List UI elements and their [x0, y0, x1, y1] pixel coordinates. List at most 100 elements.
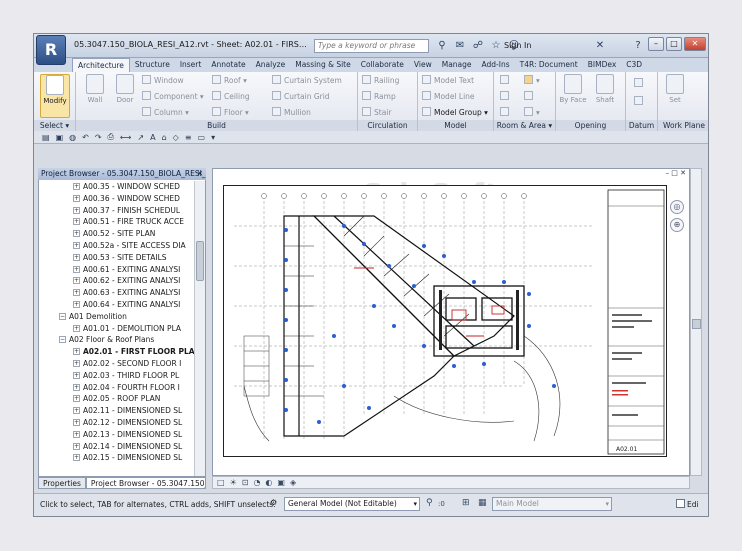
tree-item[interactable]: − A02 Floor & Roof Plans — [39, 334, 195, 346]
door-button[interactable]: Door — [110, 74, 140, 118]
tree-item[interactable]: + A00.61 - EXITING ANALYSI — [39, 264, 195, 276]
print-icon[interactable]: ⎙ — [108, 132, 114, 142]
tree-item[interactable]: + A02.13 - DIMENSIONED SL — [39, 429, 195, 441]
tree-item[interactable]: + A00.63 - EXITING ANALYSI — [39, 287, 195, 299]
tab-project-browser[interactable]: Project Browser - 05.3047.150_BI... — [85, 477, 206, 489]
expand-icon[interactable]: + — [73, 265, 80, 273]
tree-item[interactable]: + A02.01 - FIRST FLOOR PLA — [39, 346, 195, 358]
switch-windows-icon[interactable]: ▾ — [211, 133, 215, 142]
expand-icon[interactable]: + — [73, 359, 80, 367]
railing-button[interactable]: Railing — [362, 75, 399, 87]
tree-item[interactable]: + A00.64 - EXITING ANALYSI — [39, 299, 195, 311]
analytical-icon[interactable]: ◈ — [290, 478, 296, 487]
tab-structure[interactable]: Structure — [130, 58, 175, 72]
sync-icon[interactable]: ◍ — [69, 133, 76, 142]
tab-insert[interactable]: Insert — [175, 58, 207, 72]
measure-icon[interactable]: ⟷ — [120, 133, 131, 142]
scrollbar-thumb[interactable] — [196, 241, 204, 281]
options-icon[interactable]: ▦ — [478, 498, 487, 508]
tree-item[interactable]: + A02.02 - SECOND FLOOR I — [39, 358, 195, 370]
tab-t4r-document[interactable]: T4R: Document — [515, 58, 583, 72]
expand-icon[interactable]: + — [73, 206, 80, 214]
crop-icon[interactable]: ⊡ — [242, 478, 249, 487]
curtain-system-button[interactable]: Curtain System — [272, 75, 342, 87]
sun-path-icon[interactable]: ☀ — [230, 478, 237, 487]
workset-icon[interactable]: ⚙ — [270, 498, 277, 507]
curtain-grid-button[interactable]: Curtain Grid — [272, 91, 330, 103]
expand-icon[interactable]: + — [73, 277, 80, 285]
editable-only-checkbox[interactable]: Edi — [676, 499, 699, 509]
maximize-button[interactable]: □ — [666, 37, 682, 51]
tree-item[interactable]: + A00.37 - FINISH SCHEDUL — [39, 205, 195, 217]
model-text-button[interactable]: Model Text — [422, 75, 474, 87]
tab-c3d[interactable]: C3D — [621, 58, 647, 72]
open-icon[interactable]: ▤ — [42, 133, 50, 142]
model-line-button[interactable]: Model Line — [422, 91, 475, 103]
view-vertical-scrollbar[interactable] — [690, 168, 702, 476]
roof-button[interactable]: Roof ▾ — [212, 75, 247, 87]
tab-bimdex[interactable]: BIMDex — [583, 58, 622, 72]
help-icon[interactable]: ? — [632, 40, 644, 52]
area-boundary-button[interactable] — [524, 91, 536, 103]
tree-item[interactable]: + A02.05 - ROOF PLAN — [39, 393, 195, 405]
expand-icon[interactable]: + — [73, 371, 80, 379]
room-button[interactable] — [500, 75, 512, 87]
expand-icon[interactable]: + — [73, 183, 80, 190]
project-browser-scrollbar[interactable] — [194, 181, 205, 476]
scale-icon[interactable]: □ — [217, 478, 225, 487]
search-input[interactable]: Type a keyword or phrase — [314, 39, 429, 53]
component-button[interactable]: Component ▾ — [142, 91, 204, 103]
reveal-hidden-icon[interactable]: ◔ — [253, 478, 260, 487]
room-area-panel-label[interactable]: Room & Area ▾ — [494, 120, 555, 131]
expand-icon[interactable]: + — [73, 418, 80, 426]
expand-icon[interactable]: + — [73, 300, 80, 308]
scrollbar-thumb[interactable] — [692, 319, 701, 329]
tree-item[interactable]: + A01.01 - DEMOLITION PLA — [39, 323, 195, 335]
tab-properties[interactable]: Properties — [38, 477, 86, 489]
expand-icon[interactable]: + — [73, 218, 80, 226]
grid-button[interactable] — [634, 96, 646, 108]
3d-view-icon[interactable]: ⌂ — [162, 133, 167, 142]
expand-icon[interactable]: + — [73, 442, 80, 450]
star-icon[interactable]: ☆ — [490, 40, 502, 52]
design-options-icon[interactable]: ⊞ — [462, 498, 470, 508]
tree-item[interactable]: + A00.51 - FIRE TRUCK ACCE — [39, 216, 195, 228]
ramp-button[interactable]: Ramp — [362, 91, 396, 103]
section-icon[interactable]: ◇ — [173, 133, 179, 142]
expand-icon[interactable]: + — [73, 230, 80, 238]
expand-icon[interactable]: + — [73, 348, 80, 356]
exchange-icon[interactable]: ✕ — [594, 40, 606, 52]
expand-icon[interactable]: + — [73, 395, 80, 403]
tag-icon[interactable]: A — [150, 133, 155, 142]
tree-item[interactable]: + A00.62 - EXITING ANALYSI — [39, 275, 195, 287]
expand-icon[interactable]: + — [73, 194, 80, 202]
redo-icon[interactable]: ↷ — [95, 133, 102, 142]
binoculars-icon[interactable]: ⚲ — [436, 40, 448, 52]
tab-collaborate[interactable]: Collaborate — [356, 58, 409, 72]
collapse-icon[interactable]: − — [59, 336, 66, 344]
tree-item[interactable]: − A01 Demolition — [39, 311, 195, 323]
tree-item[interactable]: + A02.03 - THIRD FLOOR PL — [39, 370, 195, 382]
color-scheme-button[interactable]: ▾ — [524, 107, 540, 119]
tree-item[interactable]: + A02.11 - DIMENSIONED SL — [39, 405, 195, 417]
by-face-button[interactable]: By Face — [558, 74, 588, 118]
set-work-plane-button[interactable]: Set — [660, 74, 690, 118]
floor-button[interactable]: Floor ▾ — [212, 107, 249, 119]
level-button[interactable] — [634, 78, 646, 90]
thin-lines-icon[interactable]: ≡ — [185, 133, 192, 142]
communication-icon[interactable]: ☍ — [472, 40, 484, 52]
undo-icon[interactable]: ↶ — [82, 133, 89, 142]
expand-icon[interactable]: + — [73, 324, 80, 332]
worksharing-icon[interactable]: ▣ — [277, 478, 285, 487]
minimize-button[interactable]: – — [648, 37, 664, 51]
ceiling-button[interactable]: Ceiling — [212, 91, 250, 103]
project-browser-close-icon[interactable]: ✕ — [197, 168, 203, 180]
application-menu-button[interactable]: R — [36, 35, 66, 65]
model-group-button[interactable]: Model Group ▾ — [422, 107, 488, 119]
mullion-button[interactable]: Mullion — [272, 107, 311, 119]
area-tag-button[interactable] — [500, 107, 512, 119]
tab-massing-site[interactable]: Massing & Site — [290, 58, 356, 72]
editable-only-icon[interactable]: ⚲ — [426, 498, 433, 508]
select-panel-label[interactable]: Select ▾ — [34, 120, 75, 131]
tree-item[interactable]: + A00.52a - SITE ACCESS DIA — [39, 240, 195, 252]
